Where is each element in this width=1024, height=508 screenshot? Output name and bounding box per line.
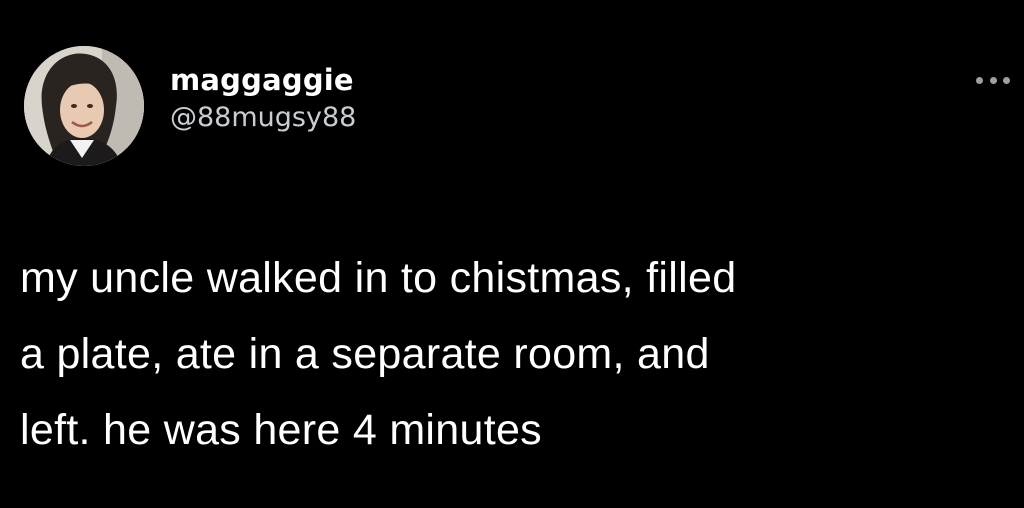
dot [1003,76,1010,84]
tweet-text-line: left. he was here 4 minutes [20,406,542,454]
profile-photo-icon [24,46,144,166]
tweet-card: maggaggie @88mugsy88 my uncle walked in … [0,0,1024,508]
avatar[interactable] [24,46,144,166]
dot [989,76,997,84]
user-handle[interactable]: @88mugsy88 [170,100,356,136]
author-info: maggaggie @88mugsy88 [170,62,356,136]
tweet-text-line: a plate, ate in a separate room, and [20,330,710,378]
display-name[interactable]: maggaggie [170,62,356,98]
tweet-text: my uncle walked in to chistmas, filled a… [20,240,1010,468]
tweet-text-line: my uncle walked in to chistmas, filled [20,254,737,302]
dot [976,76,983,84]
ellipsis-icon[interactable] [976,72,1010,88]
